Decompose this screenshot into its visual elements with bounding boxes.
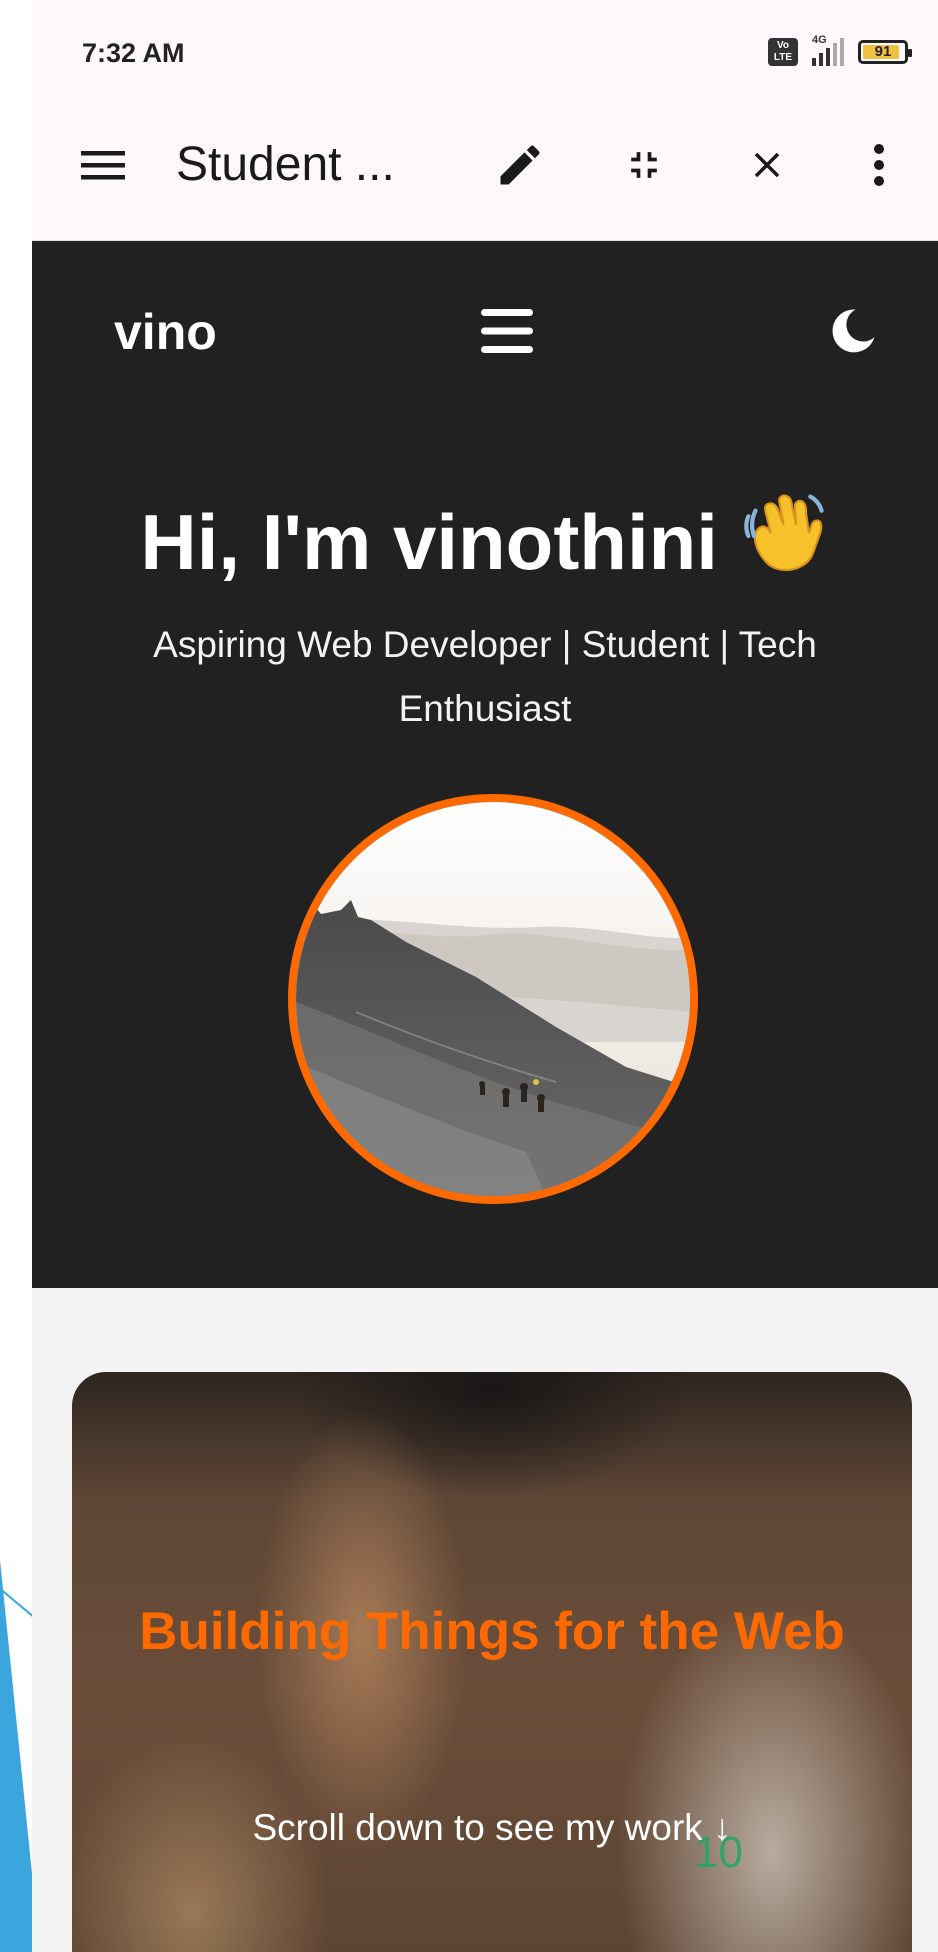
signal-icon: 4G	[812, 34, 844, 66]
hero-heading: Hi, I'm vinothini	[32, 491, 938, 592]
app-title: Student ...	[176, 138, 395, 191]
edit-button[interactable]	[485, 130, 555, 200]
site-header: vino Hi, I'm vinothini Aspiring Web Deve…	[32, 241, 938, 1288]
battery-icon: 91	[858, 40, 912, 64]
battery-level: 91	[874, 43, 892, 60]
app-bar: Student ...	[32, 100, 938, 241]
close-button[interactable]	[732, 130, 802, 200]
hero-subtitle: Aspiring Web Developer | Student | Tech …	[153, 624, 817, 729]
site-brand[interactable]: vino	[114, 303, 217, 361]
more-vertical-icon	[874, 144, 884, 186]
status-time: 7:32 AM	[82, 38, 185, 68]
edit-icon	[500, 145, 540, 185]
close-icon	[754, 152, 780, 178]
collapse-button[interactable]	[609, 130, 679, 200]
hamburger-icon	[481, 309, 533, 353]
nav-toggle-button[interactable]	[472, 301, 542, 361]
status-icons: Vo LTE 4G 91	[768, 34, 912, 66]
collapse-icon	[631, 152, 657, 178]
volte-icon: Vo LTE	[768, 38, 798, 66]
hero-card: Building Things for the Web Scroll down …	[72, 1372, 912, 1952]
status-bar: 7:32 AM Vo LTE 4G 91	[32, 0, 938, 100]
network-type-label: 4G	[812, 34, 827, 46]
more-options-button[interactable]	[844, 130, 914, 200]
hero-heading-text: Hi, I'm vinothini	[140, 498, 718, 586]
profile-photo-image	[296, 802, 690, 1196]
page-number-badge: 10	[694, 1828, 743, 1877]
waving-hand-icon	[743, 494, 824, 572]
phone-screen: 7:32 AM Vo LTE 4G 91 Student ... vino Hi…	[32, 0, 938, 1952]
menu-button[interactable]	[68, 130, 138, 200]
hero-card-title: Building Things for the Web	[139, 1602, 845, 1661]
moon-icon	[832, 309, 875, 353]
profile-photo	[288, 794, 698, 1204]
scroll-hint: Scroll down to see my work ↓	[252, 1807, 732, 1848]
theme-toggle-button[interactable]	[818, 301, 888, 361]
menu-icon	[81, 151, 125, 180]
